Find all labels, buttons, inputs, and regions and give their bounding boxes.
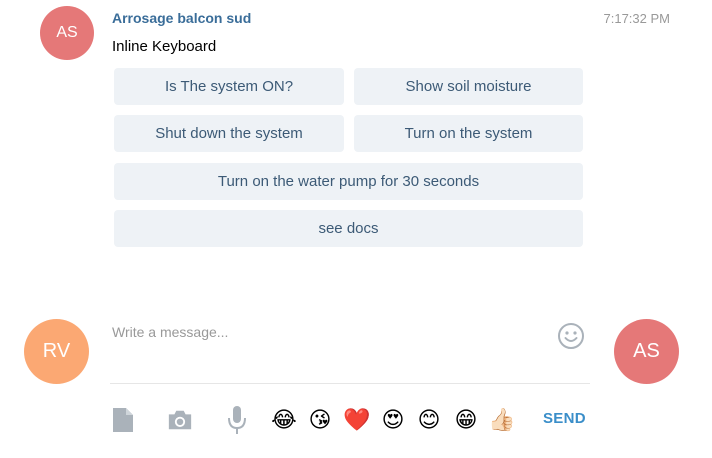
keyboard-button-shut-down[interactable]: Shut down the system bbox=[114, 115, 344, 152]
sender-name[interactable]: Arrosage balcon sud bbox=[112, 10, 251, 26]
emoji-kiss[interactable]: 😘 bbox=[305, 405, 335, 435]
file-icon[interactable] bbox=[110, 405, 136, 435]
keyboard-button-turn-on[interactable]: Turn on the system bbox=[354, 115, 583, 152]
camera-icon[interactable] bbox=[167, 405, 193, 435]
sender-avatar[interactable]: AS bbox=[40, 6, 94, 60]
emoji-joy[interactable]: 😂 bbox=[269, 405, 299, 435]
composer-divider bbox=[110, 383, 590, 384]
emoji-blush[interactable]: 😊 bbox=[414, 405, 444, 435]
emoji-grin[interactable]: 😁 bbox=[451, 405, 481, 435]
message-text: Inline Keyboard bbox=[112, 38, 217, 55]
emoji-thumbs-up[interactable]: 👍🏻 bbox=[487, 405, 517, 435]
message-time: 7:17:32 PM bbox=[603, 11, 671, 26]
message-composer bbox=[112, 312, 590, 384]
emoji-heart-eyes[interactable]: 😍 bbox=[378, 405, 408, 435]
peer-avatar[interactable]: AS bbox=[614, 319, 679, 384]
keyboard-button-docs[interactable]: see docs bbox=[114, 210, 583, 247]
smile-icon[interactable] bbox=[557, 322, 585, 350]
message-input[interactable] bbox=[112, 320, 542, 344]
keyboard-button-water-pump[interactable]: Turn on the water pump for 30 seconds bbox=[114, 163, 583, 200]
microphone-icon[interactable] bbox=[224, 405, 250, 435]
keyboard-button-system-status[interactable]: Is The system ON? bbox=[114, 68, 344, 105]
user-avatar[interactable]: RV bbox=[24, 319, 89, 384]
emoji-heart[interactable]: ❤️ bbox=[342, 405, 372, 435]
send-button[interactable]: SEND bbox=[543, 410, 586, 427]
keyboard-button-soil-moisture[interactable]: Show soil moisture bbox=[354, 68, 583, 105]
